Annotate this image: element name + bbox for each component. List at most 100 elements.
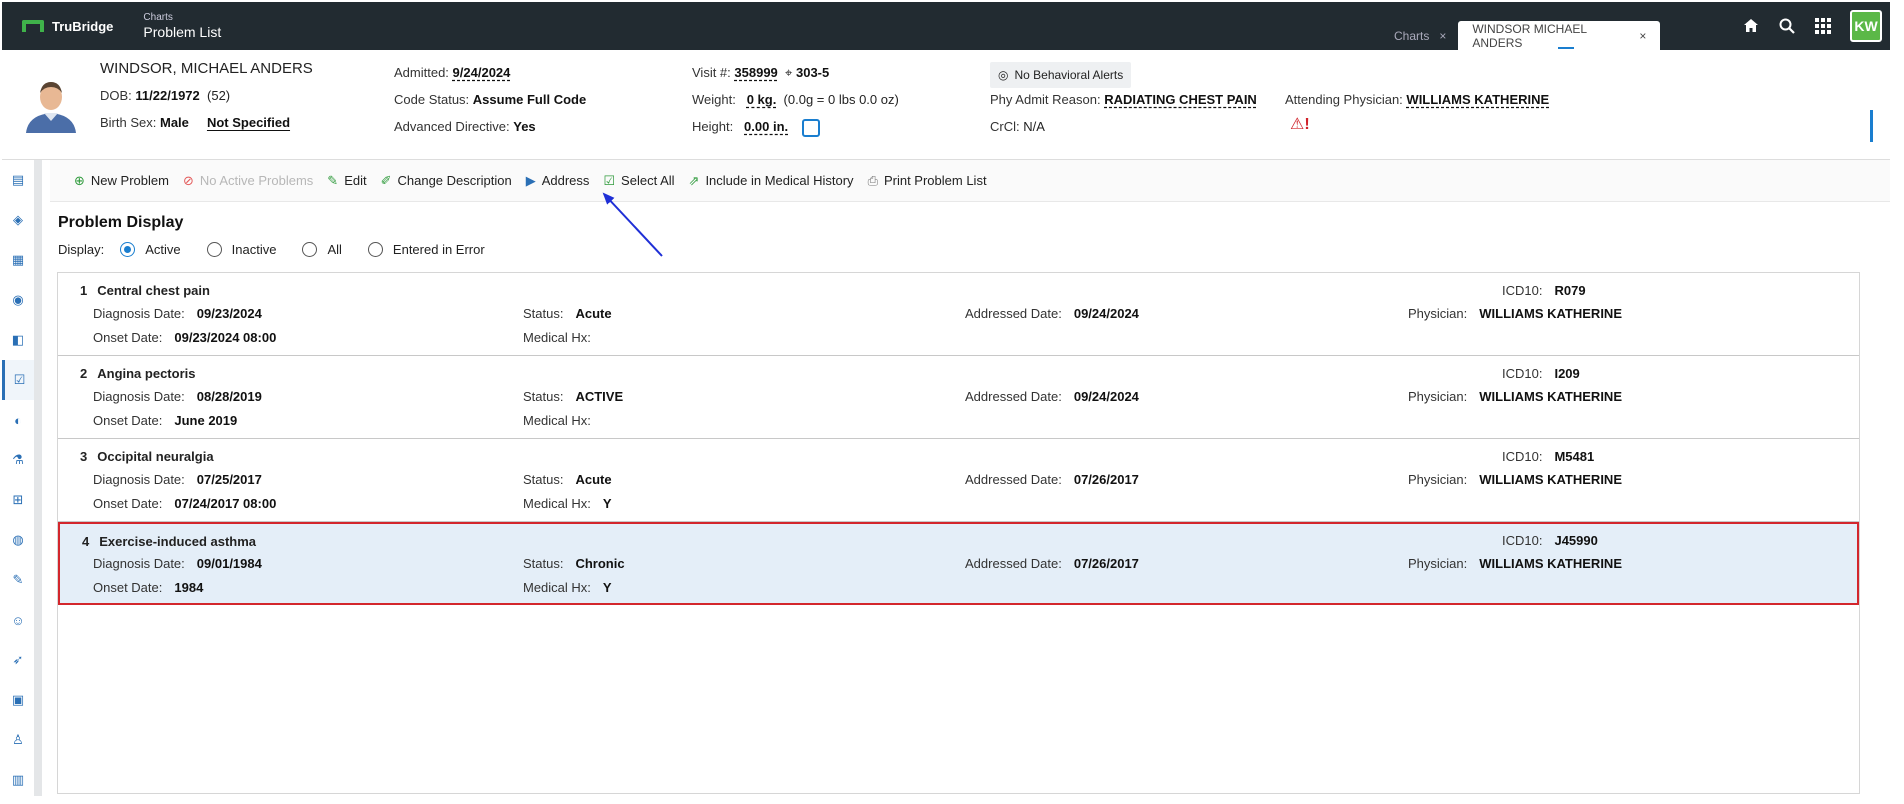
field-value: 09/23/2024 08:00 — [174, 330, 277, 345]
radio-entered-in-error[interactable]: Entered in Error — [367, 242, 485, 257]
address-label: Address — [541, 173, 590, 188]
problem-row[interactable]: 3 Occipital neuralgia Diagnosis Date: 07/2… — [58, 439, 1859, 522]
birth-sex-row: Birth Sex: Male Not Specified — [100, 112, 313, 139]
sidebar-device-icon[interactable]: ▥ — [2, 760, 34, 800]
field-value: M5481 — [1554, 449, 1595, 464]
search-icon[interactable] — [1778, 17, 1796, 35]
sidebar-lab-icon[interactable]: ⚗ — [2, 440, 34, 480]
attending-value[interactable]: WILLIAMS KATHERINE — [1406, 92, 1549, 107]
onset-date-field: Onset Date: June 2019 — [93, 413, 237, 428]
sidebar-injection-icon[interactable]: ✎ — [2, 560, 34, 600]
icd10-field: ICD10: J45990 — [1502, 533, 1598, 548]
sidebar-notes-icon[interactable]: ◧ — [2, 320, 34, 360]
problem-row[interactable]: 1 Central chest pain Diagnosis Date: 09/23… — [58, 273, 1859, 356]
radio-inactive[interactable]: Inactive — [206, 242, 277, 257]
patient-col-5: Attending Physician: WILLIAMS KATHERINE — [1285, 89, 1549, 116]
sidebar-orders-icon[interactable]: ◈ — [2, 200, 34, 240]
brand-logo[interactable]: TruBridge — [22, 19, 113, 34]
behavioral-alerts-badge[interactable]: ◎ No Behavioral Alerts — [990, 62, 1132, 88]
edit-button[interactable]: ✎ Edit — [327, 173, 366, 189]
radio-label: Inactive — [231, 242, 277, 257]
problem-title: 1 Central chest pain — [80, 283, 210, 298]
sidebar-chart-icon[interactable]: ▤ — [2, 160, 34, 200]
problem-name: Exercise-induced asthma — [99, 534, 257, 549]
problem-row[interactable]: 2 Angina pectoris Diagnosis Date: 08/28/20… — [58, 356, 1859, 439]
sidebar-documents-icon[interactable]: ▦ — [2, 240, 34, 280]
plus-circle-icon: ⊕ — [74, 172, 85, 188]
radio-label: Entered in Error — [392, 242, 485, 257]
physician-field: Physician: WILLIAMS KATHERINE — [1408, 389, 1622, 404]
admitted-row: Admitted: 9/24/2024 — [394, 62, 586, 89]
patient-col-2: Admitted: 9/24/2024 Code Status: Assume … — [394, 62, 586, 143]
field-label: ICD10: — [1502, 283, 1543, 298]
measure-icon[interactable] — [802, 118, 821, 137]
addressed-date-field: Addressed Date: 09/24/2024 — [965, 306, 1139, 321]
side-panel-toggle[interactable] — [1870, 110, 1873, 142]
patient-name: WINDSOR, MICHAEL ANDERS — [100, 58, 313, 85]
no-active-problems-button[interactable]: ⊘ No Active Problems — [183, 173, 313, 189]
sidebar-meds-icon[interactable]: ◐ — [2, 400, 34, 440]
address-button[interactable]: ▶ Address — [526, 173, 590, 189]
problem-row-selected[interactable]: 4 Exercise-induced asthma Diagnosis Date:… — [58, 522, 1859, 605]
radio-active[interactable]: Active — [120, 242, 181, 257]
print-problem-list-button[interactable]: ⎙ Print Problem List — [868, 173, 987, 189]
sidebar-problem-list-icon[interactable]: ☑ — [2, 360, 34, 400]
sidebar-vitals-icon[interactable]: ◍ — [2, 520, 34, 560]
toolbar: ⊕ New Problem ⊘ No Active Problems ✎ Edit ✐… — [50, 160, 1890, 202]
allergy-warning-icon[interactable]: ⚠! — [1290, 114, 1310, 134]
radio-all[interactable]: All — [302, 242, 342, 257]
room-value: 303-5 — [795, 65, 830, 80]
tab-patient[interactable]: WINDSOR MICHAEL ANDERS × — [1458, 21, 1661, 51]
height-label: Height: — [692, 119, 734, 134]
tab-charts[interactable]: Charts × — [1382, 21, 1458, 51]
new-problem-button[interactable]: ⊕ New Problem — [74, 173, 169, 189]
status-field: Status: ACTIVE — [523, 389, 623, 404]
phy-admit-value[interactable]: RADIATING CHEST PAIN — [1104, 92, 1257, 107]
field-value: WILLIAMS KATHERINE — [1479, 556, 1622, 571]
play-icon: ▶ — [525, 172, 536, 188]
home-icon[interactable] — [1742, 17, 1760, 35]
diagnosis-date-field: Diagnosis Date: 07/25/2017 — [93, 472, 262, 487]
patient-first-name: , MICHAEL ANDERS — [172, 60, 313, 77]
sidebar-flowsheet-icon[interactable]: ▣ — [2, 680, 34, 720]
field-label: Addressed Date: — [965, 306, 1062, 321]
radio-dot — [206, 242, 222, 257]
medical-hx-field: Medical Hx: — [523, 330, 603, 345]
pencil-icon: ✐ — [380, 172, 392, 188]
field-label: Status: — [523, 389, 564, 404]
diagnosis-date-field: Diagnosis Date: 08/28/2019 — [93, 389, 262, 404]
weight-value[interactable]: 0 kg. — [747, 92, 777, 107]
sidebar-results-icon[interactable]: ◉ — [2, 280, 34, 320]
pin-icon: ◎ — [998, 68, 1009, 82]
field-value: 09/23/2024 — [196, 306, 262, 321]
checkbox-icon: ☑ — [603, 172, 616, 188]
field-value: 07/26/2017 — [1073, 472, 1139, 487]
admitted-value[interactable]: 9/24/2024 — [453, 65, 511, 80]
sidebar-person-icon[interactable]: ☺ — [2, 600, 34, 640]
patient-col-3: Visit #: 358999 ⌖ 303-5 Weight: 0 kg. (0… — [692, 62, 899, 143]
birth-sex-value: Male — [159, 115, 189, 130]
height-value[interactable]: 0.00 in. — [744, 119, 788, 134]
include-medical-history-button[interactable]: ⇗ Include in Medical History — [689, 173, 854, 189]
advanced-directive-row: Advanced Directive: Yes — [394, 116, 586, 143]
field-value: 09/24/2024 — [1073, 389, 1139, 404]
sidebar-provider-icon[interactable]: ♙ — [2, 720, 34, 760]
print-label: Print Problem List — [883, 173, 987, 188]
sidebar-add-icon[interactable]: ⊞ — [2, 480, 34, 520]
visit-value[interactable]: 358999 — [734, 65, 777, 80]
sidebar-handoff-icon[interactable]: ➶ — [2, 640, 34, 680]
close-icon[interactable]: × — [1639, 29, 1646, 43]
field-label: Medical Hx: — [523, 330, 591, 345]
user-avatar[interactable]: KW — [1850, 10, 1882, 42]
apps-grid-icon[interactable] — [1814, 17, 1832, 35]
close-icon[interactable]: × — [1439, 29, 1446, 43]
gender-identity-link[interactable]: Not Specified — [207, 115, 290, 130]
field-value: 09/01/1984 — [196, 556, 262, 571]
change-description-button[interactable]: ✐ Change Description — [381, 173, 512, 189]
problem-number: 4 — [82, 534, 90, 549]
select-all-button[interactable]: ☑ Select All — [603, 173, 674, 189]
field-value: 07/24/2017 08:00 — [174, 496, 277, 511]
weight-detail: (0.0g = 0 lbs 0.0 oz) — [783, 92, 899, 107]
brand-name: TruBridge — [52, 18, 114, 34]
physician-field: Physician: WILLIAMS KATHERINE — [1408, 556, 1622, 571]
